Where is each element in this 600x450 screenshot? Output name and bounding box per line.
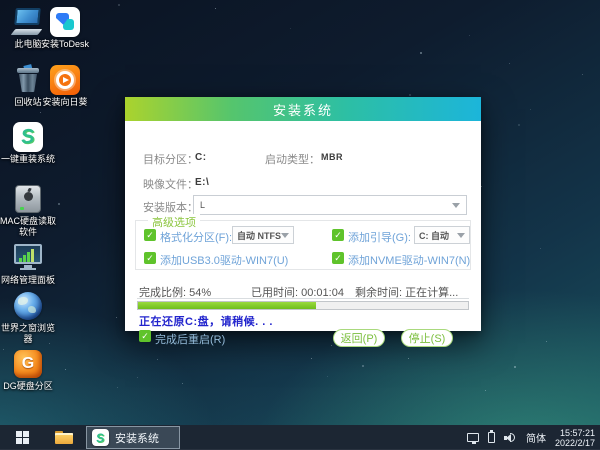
chevron-down-icon [281, 232, 289, 238]
sunflower-icon [48, 64, 82, 96]
system-tray: 简体 15:57:21 2022/2/17 [466, 425, 597, 450]
desktop-icon-browser[interactable]: 世界之窗浏览器 [0, 290, 56, 345]
format-mode-select[interactable]: 自动 NTFS [232, 226, 294, 244]
image-file-value: E:\ [195, 177, 210, 188]
add-boot-label: 添加引导(G): [348, 232, 411, 244]
stop-button[interactable]: 停止(S) [401, 329, 453, 347]
desktop-icon-label: MAC硬盘读取软件 [0, 216, 56, 237]
progress-bar [137, 301, 469, 310]
globe-browser-icon [11, 290, 45, 322]
restart-after-checkbox[interactable] [139, 330, 151, 342]
chevron-down-icon [457, 232, 465, 238]
desktop-icon-label: 安装ToDesk [40, 39, 89, 49]
desktop-icon-reinstall[interactable]: 一键重装系统 [0, 121, 56, 165]
format-mode-value: 自动 NTFS [237, 230, 281, 241]
dialog-titlebar[interactable]: 安装系统 [125, 97, 481, 121]
windows-logo-icon [15, 431, 29, 444]
start-button[interactable] [0, 425, 44, 450]
add-boot-select[interactable]: C: 自动 [414, 226, 470, 244]
desktop-icon-network-panel[interactable]: 网络管理面板 [0, 242, 56, 286]
advanced-options-label: 高级选项 [148, 214, 200, 230]
desktop-icon-label: 世界之窗浏览器 [0, 323, 55, 344]
mac-disk-icon [11, 183, 45, 215]
desktop-icon-label: DG硬盘分区 [3, 381, 53, 391]
dialog-title: 安装系统 [272, 102, 333, 118]
desktop-icon-label: 网络管理面板 [0, 275, 55, 285]
advanced-options-group: 高级选项 格式化分区(F): 自动 NTFS 添加引导(G): C: 自动 添加… [135, 214, 471, 270]
back-button[interactable]: 返回(P) [333, 329, 385, 347]
back-button-label: 返回(P) [340, 333, 378, 345]
diskgenius-icon [11, 348, 45, 380]
usb3-driver-checkbox[interactable] [144, 252, 156, 264]
status-text: 正在还原C:盘，请稍候. . . [139, 316, 273, 328]
target-partition-label: 目标分区： [143, 154, 198, 166]
folder-icon [55, 431, 73, 444]
desktop-icon-label: 一键重装系统 [0, 154, 55, 164]
usb-tray-icon[interactable] [487, 430, 495, 443]
network-panel-icon [11, 242, 45, 274]
clock-time: 15:57:21 [559, 427, 595, 438]
usb3-driver-label: 添加USB3.0驱动-WIN7(U) [160, 255, 289, 267]
stop-button-label: 停止(S) [408, 333, 446, 345]
image-file-label: 映像文件： [143, 179, 198, 191]
install-version-label: 安装版本： [143, 202, 198, 214]
desktop: 此电脑 安装ToDesk 回收站 安装向日葵 一键重装系统 MAC硬盘读取软件 … [0, 0, 600, 450]
install-system-dialog: 安装系统 目标分区： C: 启动类型： MBR 映像文件： E:\ 安装版本： … [125, 97, 481, 347]
desktop-icon-label: 安装向日葵 [42, 97, 88, 107]
nvme-driver-checkbox[interactable] [332, 252, 344, 264]
boot-type-value: MBR [321, 152, 343, 162]
install-version-combobox[interactable]: L [193, 195, 467, 215]
restart-after-label: 完成后重启(R) [155, 334, 226, 346]
boot-type-label: 启动类型： [265, 154, 320, 166]
add-boot-checkbox[interactable] [332, 229, 344, 241]
install-version-value: L [200, 200, 206, 210]
volume-tray-icon[interactable] [503, 432, 517, 443]
taskbar: 安装系统 简体 15:57:21 2022/2/17 [0, 425, 600, 450]
ime-indicator[interactable]: 简体 [526, 430, 546, 445]
desktop-icon-mac-disk[interactable]: MAC硬盘读取软件 [0, 183, 56, 238]
file-explorer-button[interactable] [46, 425, 82, 450]
taskbar-clock[interactable]: 15:57:21 2022/2/17 [555, 428, 597, 448]
desktop-icon-sunflower[interactable]: 安装向日葵 [37, 64, 93, 108]
desktop-icon-diskgenius[interactable]: DG硬盘分区 [0, 348, 56, 392]
reinstall-system-icon [11, 121, 45, 153]
target-partition-value: C: [195, 152, 207, 163]
network-tray-icon[interactable] [466, 433, 479, 444]
clock-date: 2022/2/17 [554, 437, 595, 448]
add-boot-value: C: 自动 [419, 230, 449, 241]
todesk-icon [48, 6, 82, 38]
divider [137, 298, 469, 299]
format-partition-checkbox[interactable] [144, 229, 156, 241]
taskbar-task-label: 安装系统 [115, 432, 159, 445]
dialog-body: 目标分区： C: 启动类型： MBR 映像文件： E:\ 安装版本： L 高级选… [125, 121, 481, 347]
reinstall-system-icon [92, 429, 109, 446]
taskbar-task-install-system[interactable]: 安装系统 [86, 426, 180, 449]
progress-fill [138, 302, 317, 309]
desktop-icon-todesk[interactable]: 安装ToDesk [37, 6, 93, 50]
chevron-down-icon [452, 202, 460, 208]
nvme-driver-label: 添加NVME驱动-WIN7(N) [348, 255, 471, 267]
format-partition-label: 格式化分区(F): [160, 232, 233, 244]
